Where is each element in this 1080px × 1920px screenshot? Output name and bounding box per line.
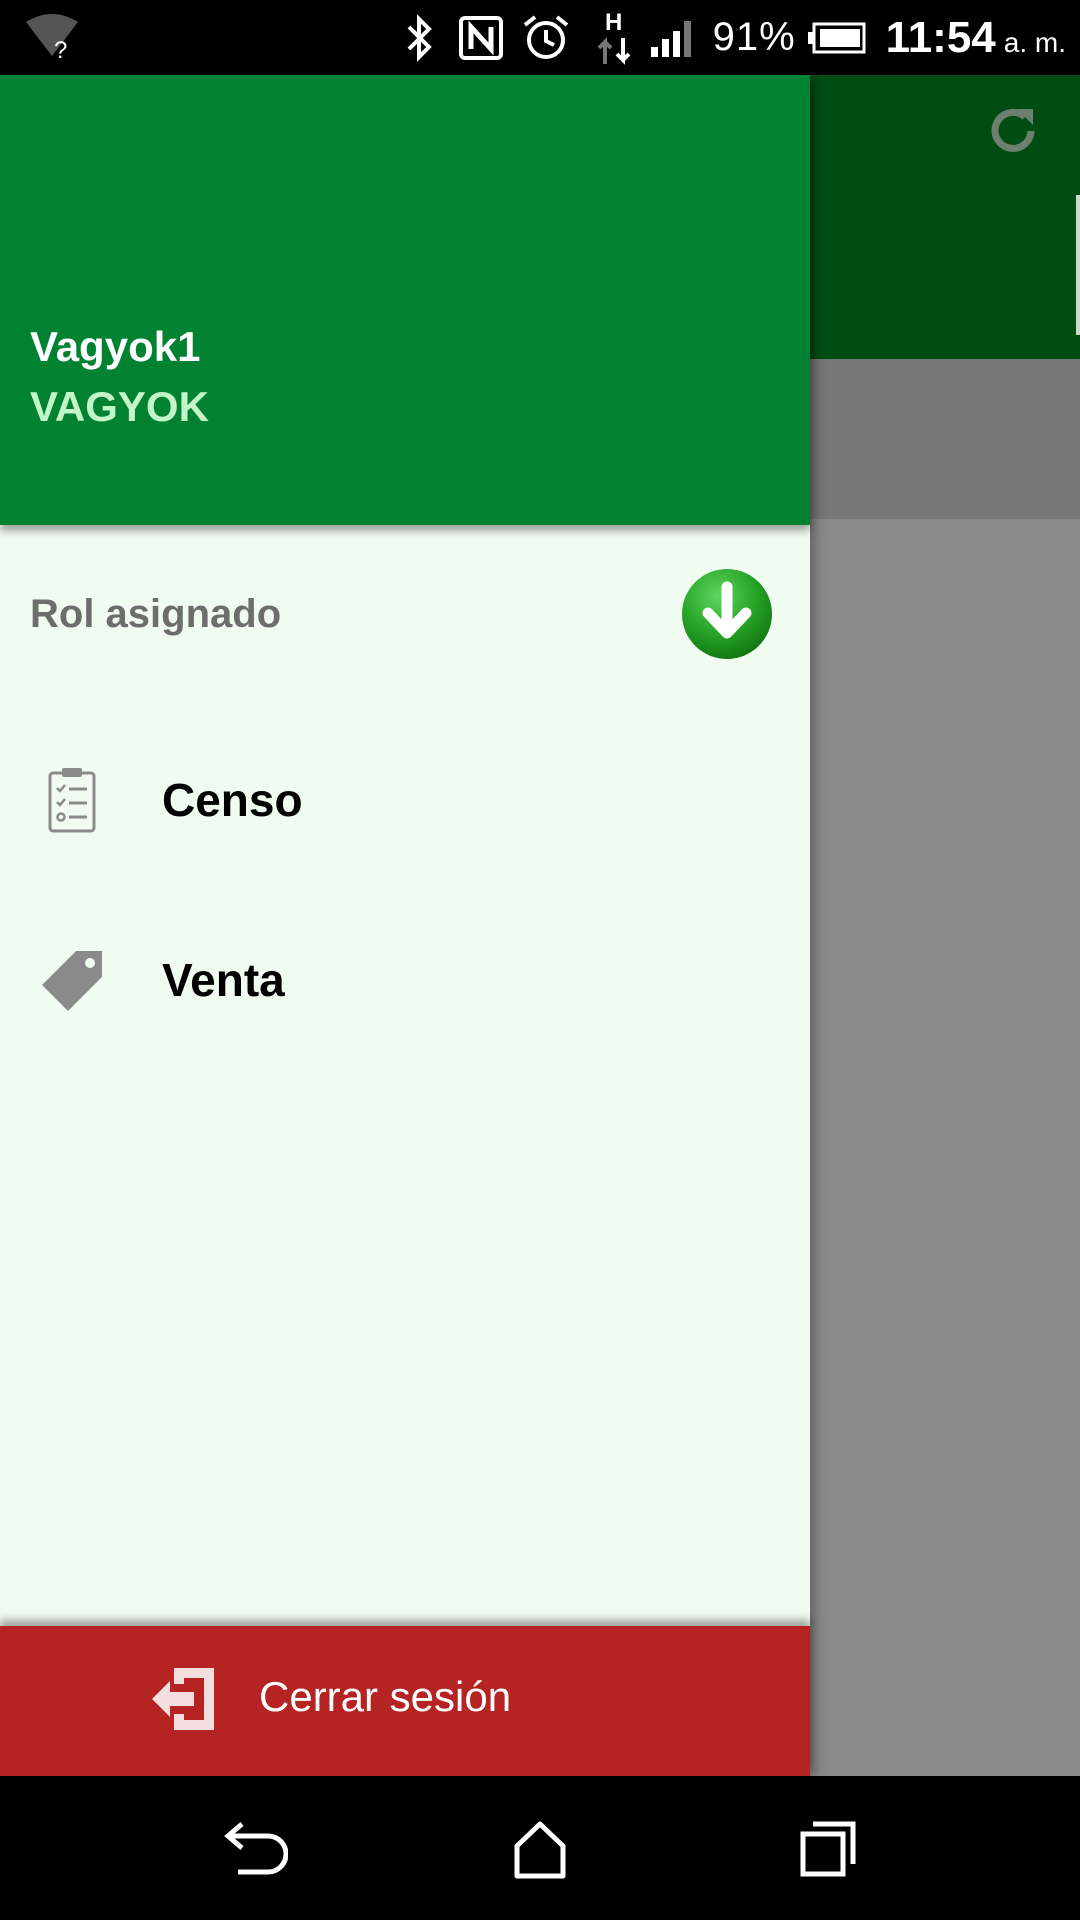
battery-icon — [807, 22, 866, 53]
system-nav-bar — [0, 1776, 1080, 1920]
download-arrow-icon[interactable] — [680, 567, 774, 661]
alarm-icon — [523, 14, 568, 59]
signal-icon — [650, 20, 691, 57]
battery-percent: 91% — [712, 15, 796, 59]
drawer-header: Vagyok1 VAGYOK — [0, 75, 810, 525]
wifi-unknown-icon: ? — [26, 14, 78, 62]
status-bar: ? H 91% 11:54 a. m. — [0, 0, 1080, 75]
drawer-item-venta[interactable]: Venta — [0, 905, 810, 1055]
drawer-item-censo[interactable]: Censo — [0, 725, 810, 875]
drawer-item-label: Venta — [162, 954, 285, 1006]
bluetooth-icon — [407, 13, 432, 62]
logout-icon — [152, 1668, 214, 1730]
drawer-item-label: Censo — [162, 774, 303, 826]
screen: ? H 91% 11:54 a. m. Vagyok1 VAGYOK Rol a… — [0, 0, 1080, 1920]
logout-label: Cerrar sesión — [259, 1673, 512, 1720]
section-title: Rol asignado — [30, 592, 282, 636]
nfc-icon — [458, 15, 503, 60]
clock-ampm: a. m. — [1003, 26, 1066, 58]
clipboard-checklist-icon — [48, 768, 96, 833]
recent-apps-icon[interactable] — [793, 1816, 863, 1880]
data-h-icon: H — [597, 9, 631, 65]
tag-icon — [42, 951, 102, 1011]
back-icon[interactable] — [218, 1816, 288, 1880]
user-company: VAGYOK — [30, 383, 209, 430]
logout-button[interactable]: Cerrar sesión — [0, 1626, 810, 1776]
svg-text:?: ? — [54, 37, 67, 62]
clock-time: 11:54 — [885, 12, 996, 62]
navigation-drawer: Vagyok1 VAGYOK Rol asignado Censo Venta … — [0, 75, 810, 1776]
refresh-icon — [991, 108, 1035, 152]
user-name: Vagyok1 — [30, 323, 201, 370]
home-icon[interactable] — [505, 1816, 575, 1880]
background-tab-indicator — [1076, 195, 1080, 335]
svg-text:H: H — [605, 9, 622, 36]
